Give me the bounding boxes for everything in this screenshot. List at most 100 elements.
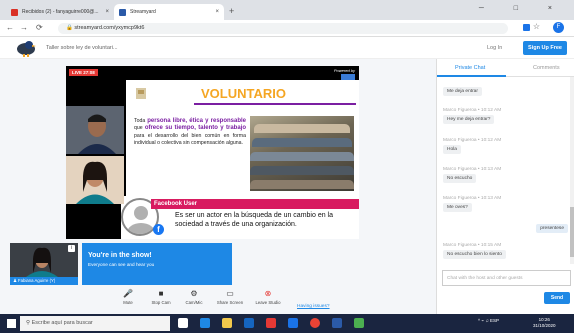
leave-studio-button[interactable]: ⊗ Leave Studio	[253, 289, 283, 305]
message-text: Me deja entrar	[443, 87, 482, 96]
commenter-name: Facebook User	[151, 199, 359, 209]
chat-messages: Me deja entrar Marco Figueroa • 10:12 AM…	[437, 77, 571, 264]
chat-input[interactable]: Chat with the host and other guests	[442, 270, 571, 286]
message-author: Marco Figueroa • 10:12 AM	[443, 108, 502, 113]
self-name-text: Fabiana Aguirre (Y)	[18, 278, 56, 283]
message-author: Marco Figueroa • 10:15 AM	[443, 243, 502, 248]
cam-mic-label: Cam/Mic	[185, 300, 203, 305]
tab-streamyard[interactable]: Streamyard ×	[114, 4, 224, 20]
slide-body-text: Toda persona libre, ética y responsable …	[134, 118, 247, 147]
close-tab-icon[interactable]: ×	[215, 9, 219, 15]
host-person-image	[66, 156, 124, 204]
chat-message: Marco Figueroa • 10:12 AM Hey me deja en…	[443, 108, 501, 124]
mute-label: Mute	[123, 300, 133, 305]
chat-message: Me deja entrar	[443, 87, 482, 96]
monitor-icon: ▭	[226, 289, 234, 298]
tab-title: Recibidos (2) - fanyaguirre000@...	[22, 9, 99, 15]
message-text: No escucho	[443, 174, 477, 183]
stop-cam-button[interactable]: ■ Stop Cam	[146, 289, 176, 305]
task-view-icon[interactable]	[178, 318, 188, 328]
streamyard-icon	[119, 8, 126, 16]
window-controls[interactable]: ─ □ ×	[479, 5, 566, 12]
crest-icon	[136, 88, 146, 99]
back-icon[interactable]: ←	[6, 23, 14, 32]
forward-icon[interactable]: →	[20, 23, 28, 32]
lower-third-banner: f Facebook User Es ser un actor en la bú…	[121, 196, 359, 239]
guest-person-image	[66, 106, 124, 154]
gear-icon: ⚙	[190, 289, 198, 298]
new-tab-button[interactable]: +	[229, 6, 234, 16]
reload-icon[interactable]: ⟳	[36, 23, 43, 32]
message-text: Hola	[443, 145, 461, 154]
message-author: Marco Figueroa • 10:12 AM	[443, 138, 502, 143]
self-view-name: ♟ Fabiana Aguirre (Y)	[10, 277, 78, 285]
login-link[interactable]: Log In	[487, 45, 502, 51]
self-view-tile[interactable]: i ♟ Fabiana Aguirre (Y)	[10, 243, 78, 285]
powered-label: Powered by	[333, 68, 355, 73]
own-chat-message: presentese	[536, 224, 568, 233]
address-bar: ← → ⟳ 🔒 streamyard.com/yxymcp9kt6 ☆ F	[0, 20, 574, 37]
presentation-slide: VOLUNTARIO Toda persona libre, ética y r…	[126, 80, 359, 197]
facebook-icon: f	[153, 224, 164, 235]
clock-date: 31/10/2020	[533, 323, 556, 328]
tab-gmail[interactable]: Recibidos (2) - fanyaguirre000@... ×	[6, 4, 114, 20]
stop-cam-label: Stop Cam	[151, 300, 171, 305]
taskbar-clock[interactable]: 10:26 31/10/2020	[533, 317, 556, 329]
chrome-icon[interactable]	[310, 318, 320, 328]
url-field[interactable]: 🔒 streamyard.com/yxymcp9kt6	[58, 23, 508, 34]
in-show-subtitle: Everyone can see and hear you	[88, 262, 155, 267]
profile-avatar[interactable]: F	[553, 22, 564, 33]
signup-button[interactable]: Sign Up Free	[523, 41, 567, 55]
microphone-icon: 🎤	[123, 289, 133, 298]
file-explorer-icon[interactable]	[222, 318, 232, 328]
chat-scrollbar[interactable]	[570, 77, 574, 264]
store-icon[interactable]	[244, 318, 254, 328]
chat-message: Marco Figueroa • 10:13 AM No escucho	[443, 167, 501, 183]
taskbar-search[interactable]: ⚲ Escribe aquí para buscar	[20, 316, 170, 331]
slide-title-underline	[194, 103, 356, 105]
tab-private-chat[interactable]: Private Chat	[455, 65, 485, 71]
studio-controls: 🎤 Mute ■ Stop Cam ⚙ Cam/Mic ▭ Share Scre…	[113, 287, 293, 314]
ie-icon[interactable]	[288, 318, 298, 328]
camera-icon: ■	[158, 289, 164, 298]
info-icon[interactable]: i	[68, 245, 75, 252]
browser-tab-bar: Recibidos (2) - fanyaguirre000@... × Str…	[0, 0, 574, 20]
cam-mic-button[interactable]: ⚙ Cam/Mic	[179, 289, 209, 305]
message-author: Marco Figueroa • 10:13 AM	[443, 167, 502, 172]
mute-button[interactable]: 🎤 Mute	[113, 289, 143, 305]
extension-icon[interactable]	[523, 24, 530, 31]
studio-header: Taller sobre ley de voluntari... Log In …	[0, 37, 574, 59]
slide-title: VOLUNTARIO	[201, 86, 286, 101]
message-text: No escucho bien lo siento	[443, 250, 506, 259]
app-icon[interactable]	[332, 318, 342, 328]
close-tab-icon[interactable]: ×	[105, 9, 109, 15]
chat-tabs: Private Chat Comments	[437, 59, 574, 77]
tab-title: Streamyard	[130, 9, 156, 15]
office-icon[interactable]	[266, 318, 276, 328]
clock-time: 10:26	[538, 317, 550, 322]
leave-icon: ⊗	[264, 289, 272, 298]
studio-stage: LIVE 27:08 Powered by VOLUNTARIO Toda pe…	[0, 59, 436, 314]
message-text: Hey me deja entrar?	[443, 115, 495, 124]
broadcast-title: Taller sobre ley de voluntari...	[46, 45, 118, 51]
guest-camera-tile	[66, 106, 124, 154]
chat-message: Marco Figueroa • 10:13 AM Me oves?	[443, 196, 501, 212]
share-screen-label: Share Screen	[216, 300, 244, 305]
live-badge: LIVE 27:08	[69, 69, 98, 76]
gmail-icon	[11, 8, 18, 16]
edge-icon[interactable]	[200, 318, 210, 328]
slide-photo	[250, 116, 354, 191]
having-issues-link[interactable]: Having issues?	[297, 304, 330, 309]
in-show-notice: You're in the show! Everyone can see and…	[82, 243, 232, 285]
in-show-title: You're in the show!	[88, 252, 152, 259]
host-camera-tile	[66, 156, 124, 204]
send-button[interactable]: Send	[544, 292, 570, 304]
system-tray[interactable]: ^ ⌁ ♫ ESP	[478, 318, 499, 324]
share-screen-button[interactable]: ▭ Share Screen	[215, 289, 245, 305]
chat-message: Marco Figueroa • 10:12 AM Hola	[443, 138, 501, 154]
tab-comments[interactable]: Comments	[533, 65, 560, 71]
leave-studio-label: Leave Studio	[255, 300, 281, 305]
bookmark-star-icon[interactable]: ☆	[533, 22, 540, 31]
windows-start-icon[interactable]	[7, 319, 16, 328]
app-icon[interactable]	[354, 318, 364, 328]
